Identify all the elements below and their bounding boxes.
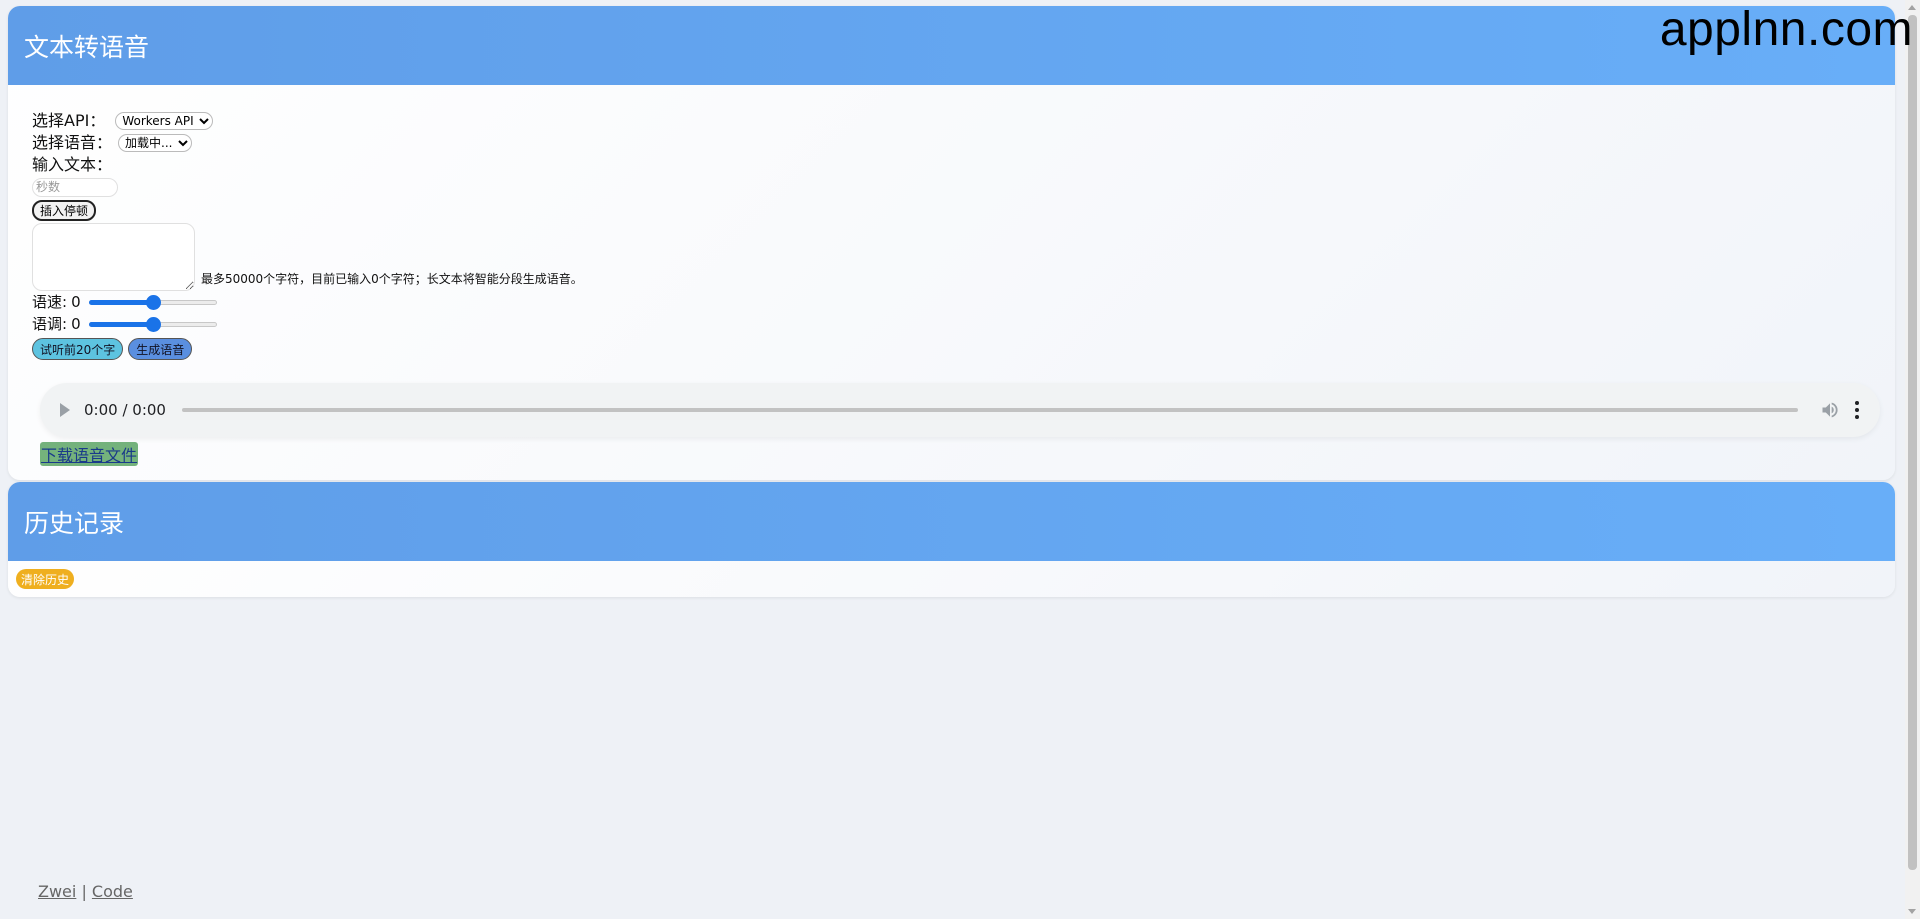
rate-label: 语速: (32, 293, 68, 311)
page-scrollbar[interactable] (1905, 0, 1920, 919)
pitch-slider-thumb[interactable] (145, 317, 161, 332)
pause-row (32, 176, 583, 198)
download-link[interactable]: 下载语音文件 (40, 442, 139, 466)
tts-form: 选择API： Workers API 选择语音： 加载中... 输入文本： 插入… (32, 110, 583, 360)
voice-select[interactable]: 加载中... (118, 134, 193, 152)
pitch-value: 0 (71, 315, 81, 333)
api-select[interactable]: Workers API (115, 112, 214, 130)
clear-history-button[interactable]: 清除历史 (16, 569, 75, 589)
footer-link-zwei[interactable]: Zwei (38, 882, 76, 901)
footer: Zwei | Code (38, 882, 133, 901)
footer-separator: | (81, 882, 87, 901)
action-buttons: 试听前20个字 生成语音 (32, 338, 583, 360)
audio-progress-bar[interactable] (181, 408, 1798, 412)
history-header: 历史记录 (8, 482, 1895, 561)
scroll-down-arrow-icon[interactable] (1908, 909, 1916, 914)
tts-title: 文本转语音 (24, 32, 150, 62)
text-label: 输入文本： (32, 155, 113, 174)
rate-slider-fill (88, 300, 153, 305)
footer-link-code[interactable]: Code (92, 882, 133, 901)
text-input[interactable] (32, 223, 195, 291)
pitch-label: 语调: (32, 315, 68, 333)
pitch-row: 语调: 0 (32, 313, 583, 335)
pause-seconds-input[interactable] (32, 177, 118, 197)
tts-header: 文本转语音 (8, 6, 1895, 85)
text-input-row: 最多50000个字符，目前已输入0个字符；长文本将智能分段生成语音。 (32, 223, 583, 291)
brand-watermark: applnn.com (1659, 3, 1913, 56)
api-row: 选择API： Workers API (32, 110, 583, 132)
scrollbar-thumb[interactable] (1908, 15, 1917, 870)
volume-icon[interactable] (1820, 400, 1840, 420)
api-label: 选择API： (32, 111, 106, 130)
preview-button[interactable]: 试听前20个字 (32, 338, 124, 360)
rate-slider-thumb[interactable] (145, 295, 161, 310)
audio-time: 0:00 / 0:00 (84, 401, 166, 419)
generate-button[interactable]: 生成语音 (128, 338, 193, 360)
pitch-slider-fill (88, 322, 153, 327)
rate-slider[interactable] (88, 291, 217, 313)
rate-value: 0 (71, 293, 81, 311)
more-options-icon[interactable] (1854, 401, 1860, 419)
char-count-hint: 最多50000个字符，目前已输入0个字符；长文本将智能分段生成语音。 (201, 272, 583, 286)
audio-player: 0:00 / 0:00 (40, 383, 1880, 437)
play-icon[interactable] (60, 403, 70, 417)
tts-card: 文本转语音 选择API： Workers API 选择语音： 加载中... 输入… (8, 6, 1895, 480)
insert-pause-button[interactable]: 插入停顿 (32, 199, 97, 221)
history-title: 历史记录 (24, 508, 125, 538)
history-card: 历史记录 清除历史 (8, 482, 1895, 597)
voice-label: 选择语音： (32, 133, 113, 152)
text-label-row: 输入文本： (32, 154, 583, 176)
voice-row: 选择语音： 加载中... (32, 132, 583, 154)
pause-button-row: 插入停顿 (32, 198, 583, 221)
rate-row: 语速: 0 (32, 291, 583, 313)
pitch-slider[interactable] (88, 313, 217, 335)
